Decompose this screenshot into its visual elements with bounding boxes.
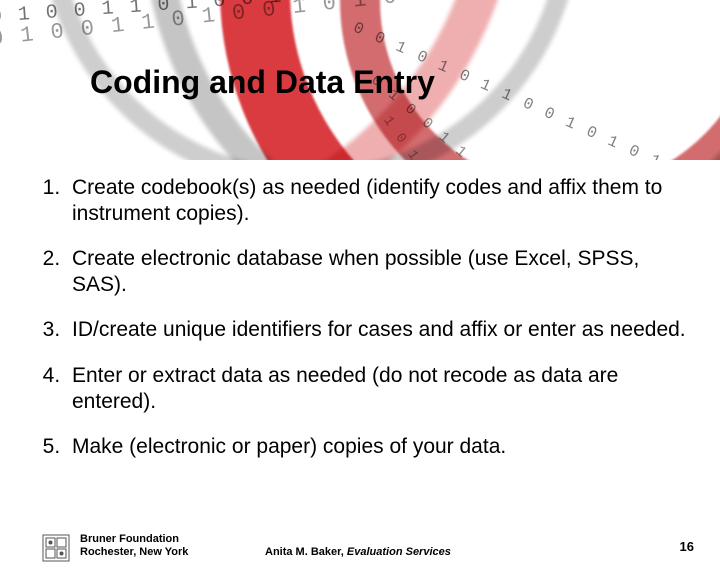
slide-body: Create codebook(s) as needed (identify c… (38, 175, 688, 480)
foundation-location: Rochester, New York (80, 546, 188, 560)
list-item: Enter or extract data as needed (do not … (66, 363, 688, 414)
list-item: Create codebook(s) as needed (identify c… (66, 175, 688, 226)
author-name: Anita M. Baker, (265, 546, 347, 558)
foundation-name: Bruner Foundation (80, 533, 188, 547)
list-item: Make (electronic or paper) copies of you… (66, 434, 688, 460)
foundation-logo-icon (42, 534, 70, 562)
list-item: Create electronic database when possible… (66, 246, 688, 297)
slide-footer: Bruner Foundation Rochester, New York An… (0, 524, 720, 564)
page-number: 16 (680, 539, 694, 554)
author-org: Evaluation Services (347, 546, 451, 558)
slide: 0 1 0 0 1 1 0 1 0 0 1 0 1 1 0 0 1 0 1 1 … (0, 0, 720, 576)
author-credit: Anita M. Baker, Evaluation Services (265, 546, 451, 558)
list-item: ID/create unique identifiers for cases a… (66, 317, 688, 343)
foundation-credit: Bruner Foundation Rochester, New York (80, 533, 188, 561)
steps-list: Create codebook(s) as needed (identify c… (38, 175, 688, 460)
slide-title: Coding and Data Entry (90, 64, 435, 101)
